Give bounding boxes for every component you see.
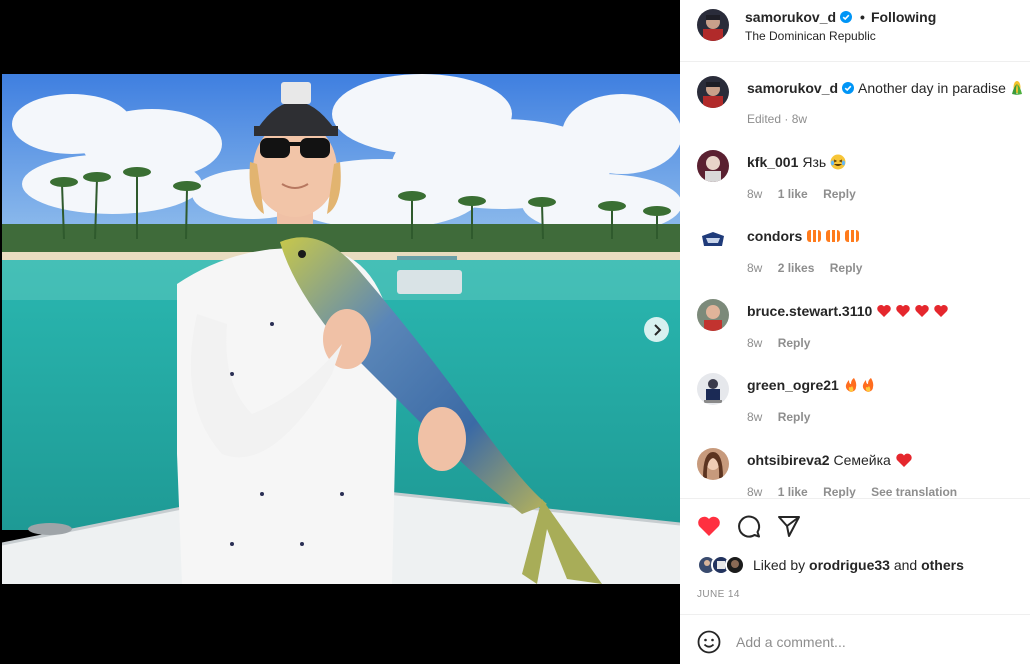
post-photo — [2, 74, 680, 584]
comment-meta: 8w Reply — [747, 410, 822, 424]
instagram-post-modal: samorukov_d • Following The Dominican Re… — [0, 0, 1030, 664]
red-heart-emoji-icon — [896, 453, 912, 467]
liker-avatar — [725, 555, 745, 575]
comment-icon[interactable] — [736, 513, 762, 539]
comment-avatar[interactable] — [697, 373, 729, 405]
comment-username[interactable]: green_ogre21 — [747, 377, 839, 393]
liked-by-and: and — [893, 557, 918, 573]
comment-username[interactable]: ohtsibireva2 — [747, 452, 829, 468]
fire-emoji-icon — [845, 378, 874, 392]
liked-by-others-link[interactable]: others — [921, 557, 964, 573]
comment-meta: 8w 2 likes Reply — [747, 261, 874, 275]
post-sidebar: samorukov_d • Following The Dominican Re… — [680, 0, 1030, 664]
corn-emoji-icon — [1011, 81, 1022, 95]
chevron-right-icon — [653, 323, 661, 336]
comment-time: 8w — [747, 187, 763, 201]
comment-username[interactable]: kfk_001 — [747, 154, 798, 170]
comment-avatar[interactable] — [697, 448, 729, 480]
author-avatar[interactable] — [697, 9, 729, 41]
comment-line: kfk_001 Язь — [747, 154, 846, 170]
comment-username[interactable]: condors — [747, 228, 802, 244]
next-photo-button[interactable] — [644, 317, 669, 342]
comment-line: green_ogre21 — [747, 377, 877, 393]
comment-likes-link[interactable]: 1 like — [778, 187, 808, 201]
following-button[interactable]: Following — [871, 9, 936, 25]
verified-badge-icon — [840, 11, 853, 23]
comment-avatar[interactable] — [697, 150, 729, 182]
comment-text: Семейка — [833, 452, 891, 468]
author-line: samorukov_d • Following — [745, 9, 936, 25]
comment-line: ohtsibireva2 Семейка — [747, 452, 913, 468]
caption-edited-time: Edited · 8w — [747, 112, 808, 126]
add-comment-input[interactable] — [736, 627, 1006, 657]
comment-reply-button[interactable]: Reply — [778, 336, 811, 350]
comment-meta: 8w 1 like Reply — [747, 187, 868, 201]
post-media — [0, 0, 680, 664]
liked-by-user-link[interactable]: orodrigue33 — [809, 557, 890, 573]
post-location[interactable]: The Dominican Republic — [745, 29, 876, 43]
post-actions: Liked by orodrigue33 and others JUNE 14 — [680, 498, 1030, 614]
comment-line: bruce.stewart.3110 — [747, 303, 952, 319]
clownfish-emoji-icon — [807, 230, 860, 242]
see-translation-link[interactable]: See translation — [871, 485, 957, 498]
post-date[interactable]: JUNE 14 — [697, 589, 740, 600]
caption-meta: Edited · 8w — [747, 112, 819, 126]
comment-likes-link[interactable]: 2 likes — [778, 261, 815, 275]
share-icon[interactable] — [776, 513, 802, 539]
comment-avatar[interactable] — [697, 299, 729, 331]
comment-line: condors — [747, 228, 860, 244]
comments-list[interactable]: samorukov_d Another day in paradise Edit… — [680, 62, 1030, 498]
comment-reply-button[interactable]: Reply — [823, 485, 856, 498]
comment-reply-button[interactable]: Reply — [830, 261, 863, 275]
post-header: samorukov_d • Following The Dominican Re… — [680, 0, 1030, 62]
comment-text: Язь — [802, 154, 827, 170]
laughing-emoji-icon — [830, 154, 846, 170]
comment-meta: 8w Reply — [747, 336, 822, 350]
caption-text: Another day in paradise — [858, 80, 1006, 96]
caption-avatar[interactable] — [697, 76, 729, 108]
verified-badge-icon — [842, 82, 855, 94]
author-username[interactable]: samorukov_d — [745, 9, 836, 25]
comment-time: 8w — [747, 336, 763, 350]
comment-time: 8w — [747, 410, 763, 424]
comment-time: 8w — [747, 261, 763, 275]
smile-icon[interactable] — [697, 630, 721, 654]
caption-line: samorukov_d Another day in paradise — [747, 80, 1024, 96]
separator-dot: • — [860, 9, 865, 25]
liked-by-prefix: Liked by — [753, 557, 806, 573]
comment-avatar[interactable] — [697, 224, 729, 256]
comment-reply-button[interactable]: Reply — [823, 187, 856, 201]
liked-by-text: Liked by orodrigue33 and others — [753, 557, 964, 573]
comment-time: 8w — [747, 485, 763, 498]
comment-meta: 8w 1 like Reply See translation — [747, 485, 969, 498]
red-hearts-emoji-icon — [877, 305, 949, 317]
comment-reply-button[interactable]: Reply — [778, 410, 811, 424]
liked-by-row: Liked by orodrigue33 and others — [697, 555, 964, 575]
add-comment-bar — [680, 614, 1030, 664]
caption-username[interactable]: samorukov_d — [747, 80, 838, 96]
heart-icon[interactable] — [696, 513, 722, 539]
comment-username[interactable]: bruce.stewart.3110 — [747, 303, 872, 319]
comment-likes-link[interactable]: 1 like — [778, 485, 808, 498]
